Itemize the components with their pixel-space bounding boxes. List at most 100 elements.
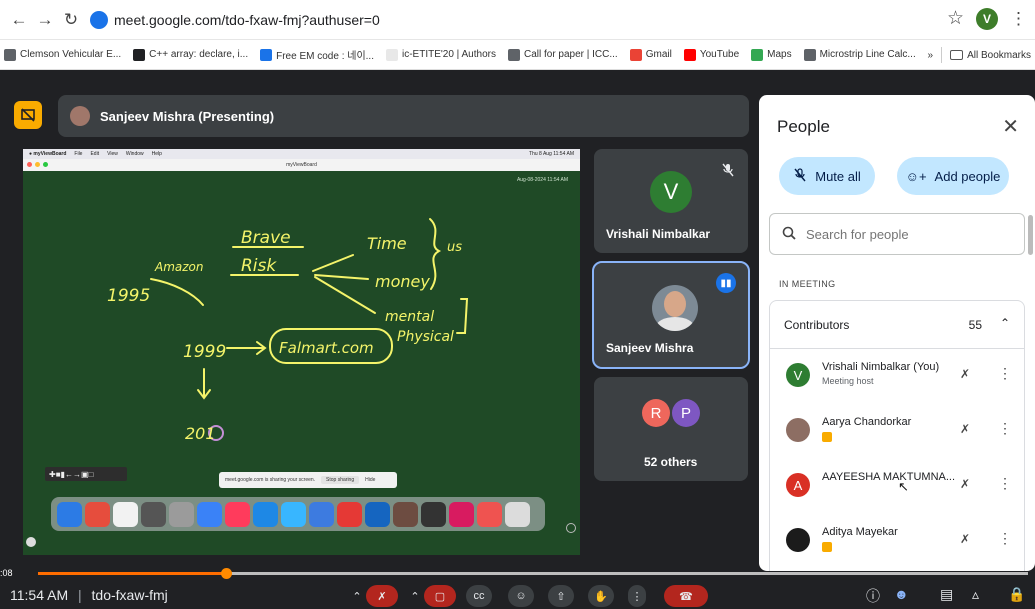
hide-button[interactable]: Hide [365, 477, 375, 483]
camera-off-button[interactable]: ▢ [424, 585, 456, 607]
playback-timeline[interactable]: :08 [0, 568, 1035, 579]
presenter-banner: Sanjeev Mishra (Presenting) [14, 95, 749, 137]
mac-clock: Thu 8 Aug 11:54 AM [529, 151, 574, 157]
bookmark-item[interactable]: Clemson Vehicular E... [4, 48, 122, 61]
participant-name: AAYEESHA MAKTUMNA... [822, 471, 956, 483]
mac-dock [51, 497, 545, 531]
others-avatar-r: R [642, 399, 670, 427]
bookmark-item[interactable]: Free EM code : 네이... [260, 47, 374, 62]
others-avatar-p: P [672, 399, 700, 427]
mute-all-label: Mute all [815, 168, 861, 184]
participant-tile-others[interactable]: R P 52 others [594, 377, 748, 481]
contributors-header[interactable]: Contributors 55 ⌃ [770, 301, 1024, 349]
participant-row[interactable]: Aarya Chandorkar ✗ ⋮ [770, 404, 1024, 459]
bookmark-favicon-icon [683, 48, 696, 61]
screen-share-notice: meet.google.com is sharing your screen. … [219, 472, 397, 488]
browser-toolbar: ← → ↻ meet.google.com/tdo-fxaw-fmj?authu… [0, 0, 1035, 40]
presenter-badge-icon [822, 432, 832, 442]
site-info-icon[interactable] [90, 10, 108, 29]
label-physical: Physical [397, 329, 454, 345]
bookmark-item[interactable]: Maps [751, 48, 792, 61]
mute-all-button[interactable]: Mute all [779, 157, 875, 195]
bookmark-item[interactable]: Microstrip Line Calc... [803, 48, 916, 61]
shared-screen: ● myViewBoard File Edit View Window Help Thu … [23, 149, 580, 555]
dock-app-icon [337, 501, 362, 527]
address-bar[interactable]: meet.google.com/tdo-fxaw-fmj?authuser=0 [114, 12, 380, 28]
board-settings-icon[interactable] [566, 523, 576, 533]
more-options-icon[interactable]: ⋮ [998, 420, 1012, 437]
chevron-up-icon[interactable]: ⌃ [1000, 316, 1010, 330]
forward-icon[interactable]: → [32, 7, 58, 33]
add-people-button[interactable]: ☺+ Add people [897, 157, 1009, 195]
participant-name: Aarya Chandorkar [822, 416, 912, 428]
mic-off-icon [793, 167, 807, 185]
more-options-icon[interactable]: ⋮ [998, 475, 1012, 492]
clock-separator: | [78, 587, 82, 603]
bookmark-star-icon[interactable]: ☆ [947, 7, 964, 30]
participant-tile-vrishali[interactable]: V Vrishali Nimbalkar [594, 149, 748, 253]
reactions-button[interactable]: ☺ [508, 585, 534, 607]
in-meeting-heading: IN MEETING [779, 279, 836, 289]
leave-call-button[interactable]: ☎ [664, 585, 708, 607]
participant-avatar: A [786, 473, 810, 497]
mac-menu-bar: ● myViewBoard File Edit View Window Help Thu … [23, 149, 580, 159]
present-button[interactable]: ⇧ [548, 585, 574, 607]
mic-off-icon[interactable]: ✗ [960, 367, 970, 381]
bookmark-item[interactable]: Call for paper | ICC... [507, 48, 618, 61]
reload-icon[interactable]: ↻ [58, 7, 84, 33]
label-falmart: Falmart.com [279, 339, 374, 357]
board-toolbar[interactable]: ✚■▮←→▣□ [45, 467, 127, 481]
more-options-icon[interactable]: ⋮ [998, 365, 1012, 382]
all-bookmarks-link[interactable]: All Bookmarks [967, 50, 1031, 61]
mic-off-icon[interactable]: ✗ [960, 477, 970, 491]
people-search[interactable] [769, 213, 1025, 255]
bookmark-item[interactable]: YouTube [683, 48, 739, 61]
captions-button[interactable]: cc [466, 585, 492, 607]
back-icon[interactable]: ← [6, 7, 32, 33]
browser-menu-icon[interactable]: ⋮ [1010, 9, 1027, 29]
elapsed-time: :08 [0, 568, 13, 578]
raise-hand-button[interactable]: ✋ [588, 585, 614, 607]
host-controls-icon[interactable]: 🔒 [1008, 586, 1025, 603]
bookmark-item[interactable]: C++ array: declare, i... [133, 48, 248, 61]
mic-off-icon[interactable]: ✗ [960, 422, 970, 436]
bookmark-item[interactable]: ic-ETITE'20 | Authors [385, 48, 496, 61]
panel-title: People [777, 117, 830, 136]
presenter-pill: Sanjeev Mishra (Presenting) [58, 95, 749, 137]
more-options-icon[interactable]: ⋮ [628, 585, 646, 607]
chat-icon[interactable]: ▤ [940, 586, 953, 603]
dock-app-icon [141, 501, 166, 527]
stroke-1995-to-1999 [150, 278, 204, 306]
bracket-right [456, 298, 469, 334]
timeline-progress [38, 572, 227, 575]
close-dot-icon [27, 162, 32, 167]
timeline-knob[interactable] [221, 568, 233, 579]
participant-row[interactable]: A AAYEESHA MAKTUMNA... ✗ ⋮ [770, 459, 1024, 514]
line-to-money [314, 274, 369, 280]
more-options-icon[interactable]: ⋮ [998, 530, 1012, 547]
panel-scrollbar[interactable] [1028, 215, 1033, 255]
bookmarks-overflow-icon[interactable]: » [928, 50, 934, 61]
search-input[interactable] [806, 226, 1006, 242]
participant-row[interactable]: Aditya Mayekar ✗ ⋮ [770, 514, 1024, 569]
activities-icon[interactable]: ▵ [972, 586, 979, 603]
brace-right [429, 218, 442, 290]
label-risk: Risk [241, 256, 277, 276]
board-page-dot[interactable] [26, 537, 36, 547]
mic-off-button[interactable]: ✗ [366, 585, 398, 607]
close-icon[interactable]: ✕ [1002, 114, 1019, 139]
bookmark-item[interactable]: Gmail [629, 48, 672, 61]
bookmark-label: Clemson Vehicular E... [20, 49, 122, 60]
label-mental: mental [385, 309, 434, 325]
mic-options-icon[interactable]: ⌃ [348, 585, 366, 607]
info-icon[interactable]: ⓘ [866, 586, 880, 606]
camera-options-icon[interactable]: ⌃ [406, 585, 424, 607]
people-icon[interactable]: ☻ [894, 586, 909, 602]
participant-row[interactable]: V Vrishali Nimbalkar (You) Meeting host ✗ ⋮ [770, 349, 1024, 404]
stop-sharing-button[interactable]: Stop sharing [321, 476, 360, 484]
participant-tile-sanjeev[interactable]: ▮▮ Sanjeev Mishra [592, 261, 750, 369]
mic-off-icon[interactable]: ✗ [960, 532, 970, 546]
dock-app-icon [365, 501, 390, 527]
presentation-icon[interactable] [14, 101, 42, 129]
profile-avatar[interactable]: V [976, 7, 998, 30]
